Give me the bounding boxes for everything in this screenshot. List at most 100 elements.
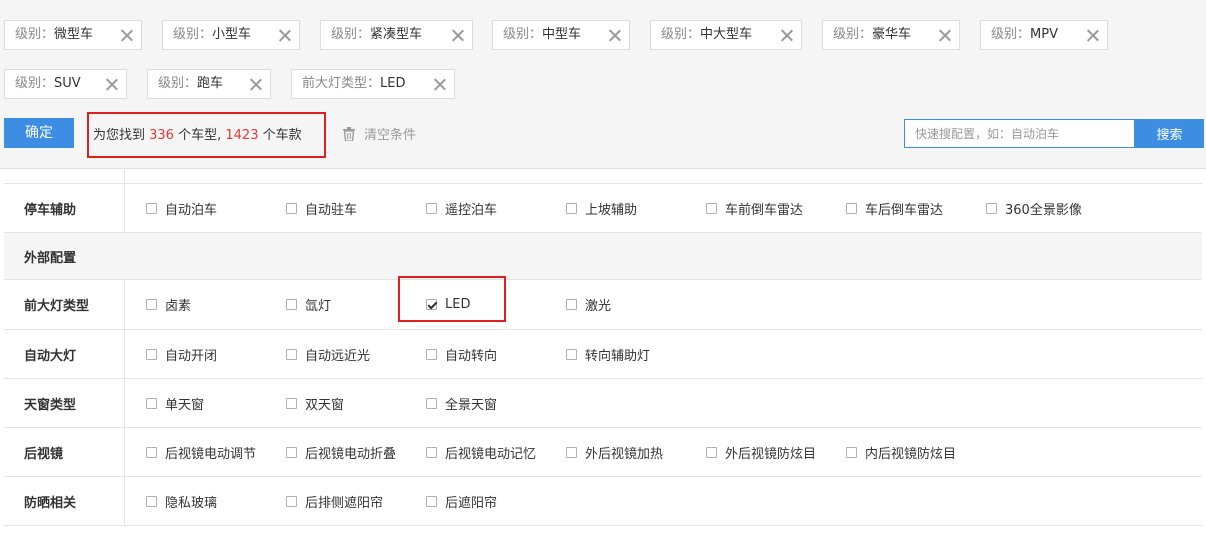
remove-tag-icon[interactable] <box>1087 29 1099 41</box>
row-label: 停车辅助 <box>24 202 77 218</box>
option-label: 后排侧遮阳帘 <box>305 495 384 511</box>
checkbox[interactable] <box>986 202 997 214</box>
checkbox[interactable] <box>286 299 297 310</box>
option-label: 后视镜电动记忆 <box>445 446 537 462</box>
checkbox-checked[interactable] <box>426 299 437 310</box>
remove-tag-icon[interactable] <box>279 29 291 41</box>
checkbox[interactable] <box>146 397 157 409</box>
option-laser[interactable]: 激光 <box>566 280 611 329</box>
option-panoramic-sunroof[interactable]: 全景天窗 <box>426 379 497 427</box>
checkbox[interactable] <box>566 446 577 458</box>
option-label: 氙灯 <box>305 299 332 314</box>
remove-tag-icon[interactable] <box>452 29 464 41</box>
option-auto-parking[interactable]: 自动泊车 <box>146 184 217 232</box>
row-label: 自动大灯 <box>24 348 77 364</box>
option-auto-steering[interactable]: 自动转向 <box>426 330 497 378</box>
column-divider <box>124 477 125 525</box>
option-auto-hold[interactable]: 自动驻车 <box>286 184 357 232</box>
option-hill-assist[interactable]: 上坡辅助 <box>566 184 637 232</box>
result-mid: 个车型, <box>173 128 226 143</box>
option-label: 遥控泊车 <box>445 202 498 218</box>
column-divider <box>124 379 125 427</box>
option-led[interactable]: LED <box>426 280 470 329</box>
tag-value: 紧凑型车 <box>370 27 423 42</box>
checkbox[interactable] <box>566 348 577 360</box>
result-summary: 为您找到 336 个车型, 1423 个车款 <box>93 124 302 143</box>
remove-tag-icon[interactable] <box>121 29 133 41</box>
clear-conditions-button[interactable]: 清空条件 <box>342 124 416 143</box>
checkbox[interactable] <box>286 446 297 458</box>
option-cornering-light[interactable]: 转向辅助灯 <box>566 330 650 378</box>
checkbox[interactable] <box>846 202 857 214</box>
option-remote-parking[interactable]: 遥控泊车 <box>426 184 497 232</box>
option-double-sunroof[interactable]: 双天窗 <box>286 379 344 427</box>
option-label: 自动转向 <box>445 348 498 364</box>
result-prefix: 为您找到 <box>93 128 150 143</box>
remove-tag-icon[interactable] <box>250 78 262 90</box>
option-inner-mirror-antiglare[interactable]: 内后视镜防炫目 <box>846 428 956 476</box>
table-row-sunroof-type: 天窗类型 单天窗 双天窗 全景天窗 <box>4 379 1202 428</box>
checkbox[interactable] <box>146 348 157 360</box>
option-label: 自动泊车 <box>165 202 218 218</box>
table-row-top <box>4 170 1202 184</box>
tag-key: 级别： <box>15 76 55 91</box>
tag-key: 级别： <box>661 27 701 42</box>
option-front-radar[interactable]: 车前倒车雷达 <box>706 184 803 232</box>
confirm-button[interactable]: 确定 <box>4 118 74 148</box>
option-mirror-memory[interactable]: 后视镜电动记忆 <box>426 428 536 476</box>
remove-tag-icon[interactable] <box>106 78 118 90</box>
checkbox[interactable] <box>146 299 157 310</box>
filter-tag-level-luxury: 级别：豪华车 <box>822 20 960 50</box>
option-privacy-glass[interactable]: 隐私玻璃 <box>146 477 217 525</box>
checkbox[interactable] <box>286 495 297 507</box>
filter-tag-level-mpv: 级别：MPV <box>980 20 1108 50</box>
option-rear-radar[interactable]: 车后倒车雷达 <box>846 184 943 232</box>
option-360-camera[interactable]: 360全景影像 <box>986 184 1082 232</box>
option-label: 双天窗 <box>305 397 345 413</box>
checkbox[interactable] <box>566 202 577 214</box>
model-count: 336 <box>149 128 174 143</box>
checkbox[interactable] <box>426 446 437 458</box>
option-mirror-heating[interactable]: 外后视镜加热 <box>566 428 663 476</box>
filter-tag-level-midsize: 级别：中型车 <box>492 20 630 50</box>
config-search-input[interactable] <box>904 119 1135 148</box>
option-auto-on-off[interactable]: 自动开闭 <box>146 330 217 378</box>
option-xenon[interactable]: 氙灯 <box>286 280 331 329</box>
option-rear-shade[interactable]: 后遮阳帘 <box>426 477 497 525</box>
remove-tag-icon[interactable] <box>609 29 621 41</box>
option-outer-mirror-antiglare[interactable]: 外后视镜防炫目 <box>706 428 816 476</box>
checkbox[interactable] <box>426 397 437 409</box>
remove-tag-icon[interactable] <box>434 78 446 90</box>
checkbox[interactable] <box>146 446 157 458</box>
checkbox[interactable] <box>706 446 717 458</box>
search-button[interactable]: 搜索 <box>1135 119 1204 148</box>
tag-key: 级别： <box>331 27 371 42</box>
trash-icon <box>343 127 355 142</box>
option-rear-side-shade[interactable]: 后排侧遮阳帘 <box>286 477 383 525</box>
checkbox[interactable] <box>706 202 717 214</box>
option-single-sunroof[interactable]: 单天窗 <box>146 379 204 427</box>
remove-tag-icon[interactable] <box>781 29 793 41</box>
row-label: 防晒相关 <box>24 495 77 511</box>
column-divider <box>124 428 125 476</box>
table-row-mirrors: 后视镜 后视镜电动调节 后视镜电动折叠 后视镜电动记忆 外后视镜加热 外后视镜防… <box>4 428 1202 477</box>
checkbox[interactable] <box>846 446 857 458</box>
checkbox[interactable] <box>426 202 437 214</box>
trim-count: 1423 <box>225 128 259 143</box>
option-mirror-power-adjust[interactable]: 后视镜电动调节 <box>146 428 256 476</box>
option-label: 车前倒车雷达 <box>725 202 804 218</box>
checkbox[interactable] <box>286 348 297 360</box>
checkbox[interactable] <box>426 495 437 507</box>
option-mirror-power-fold[interactable]: 后视镜电动折叠 <box>286 428 396 476</box>
filter-tag-level-micro: 级别：微型车 <box>4 20 142 50</box>
remove-tag-icon[interactable] <box>939 29 951 41</box>
option-label: 后遮阳帘 <box>445 495 498 511</box>
option-halogen[interactable]: 卤素 <box>146 280 191 329</box>
checkbox[interactable] <box>286 202 297 214</box>
checkbox[interactable] <box>146 495 157 507</box>
checkbox[interactable] <box>286 397 297 409</box>
checkbox[interactable] <box>146 202 157 214</box>
option-auto-high-beam[interactable]: 自动远近光 <box>286 330 370 378</box>
checkbox[interactable] <box>426 348 437 360</box>
checkbox[interactable] <box>566 299 577 310</box>
